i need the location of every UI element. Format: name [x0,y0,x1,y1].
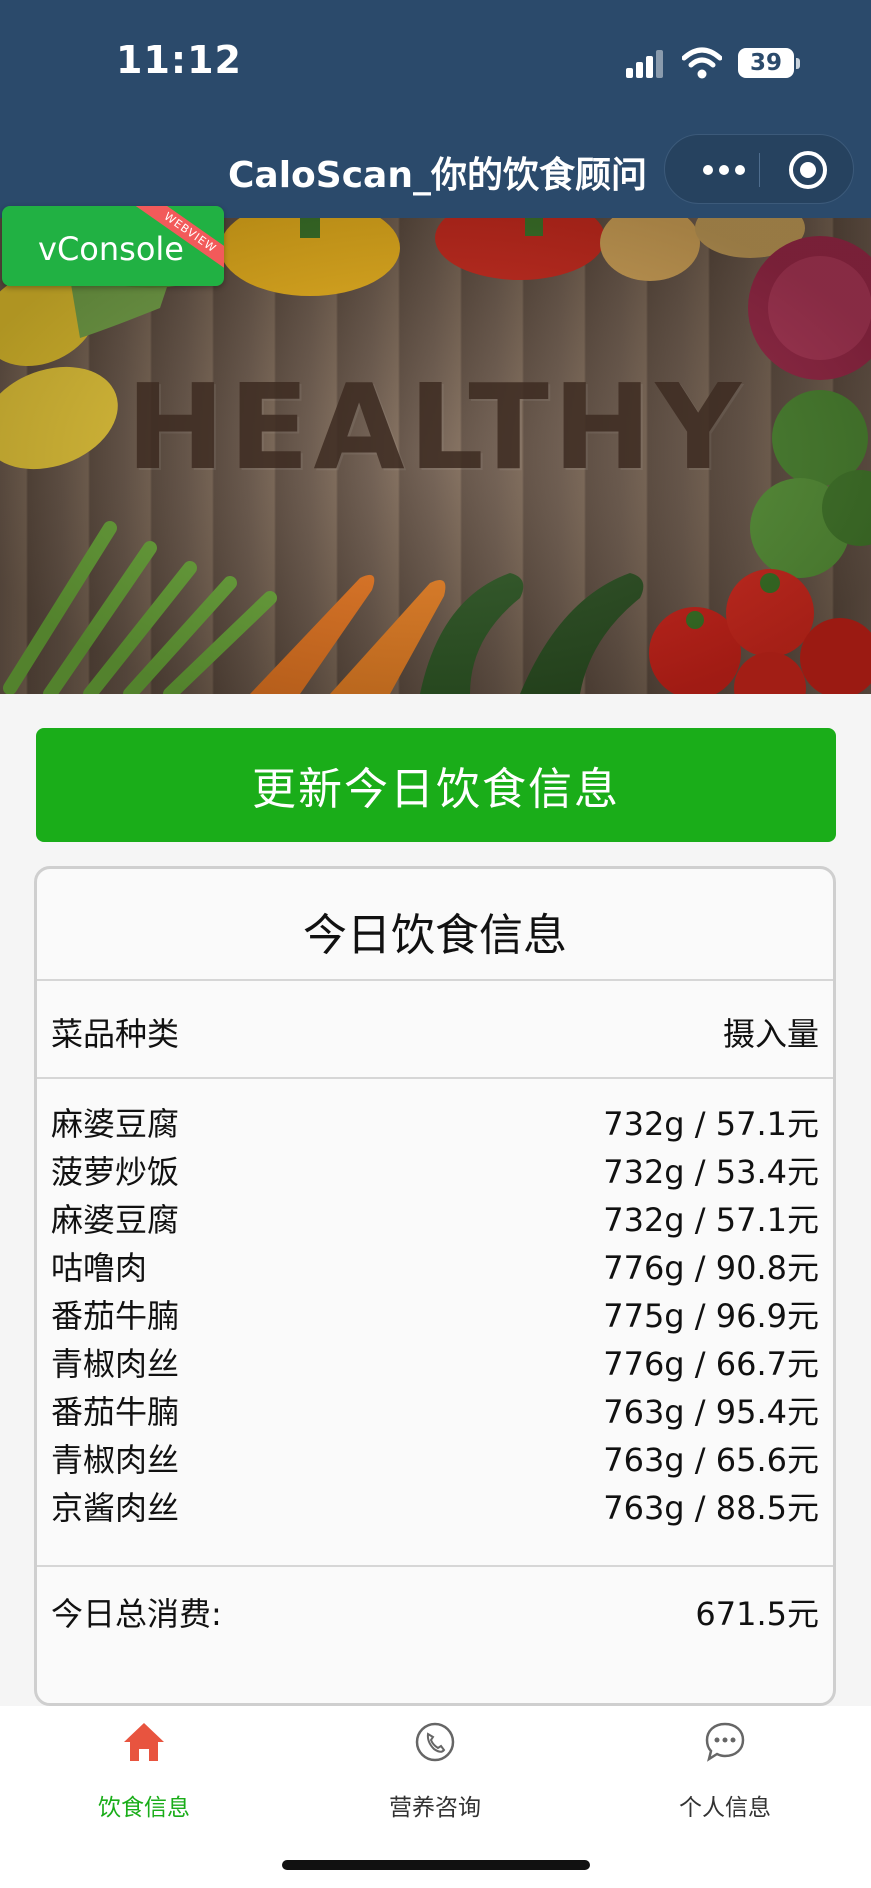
food-amount: 776g / 90.8元 [603,1249,819,1287]
food-name: 咕噜肉 [51,1249,148,1287]
tab-diet-info[interactable]: 饮食信息 [44,1720,244,1830]
chat-icon [705,1722,745,1762]
status-time: 11:12 [116,38,242,82]
vconsole-label: vConsole [38,230,184,268]
food-name: 京酱肉丝 [51,1489,180,1527]
top-bar: 11:12 39 CaloScan_你的饮食顾问 [0,0,871,218]
total-divider [37,1565,833,1567]
food-amount: 776g / 66.7元 [603,1345,819,1383]
food-row: 番茄牛腩 775g / 96.9元 [37,1291,833,1339]
update-diet-button[interactable]: 更新今日饮食信息 [36,728,836,842]
home-indicator[interactable] [282,1860,590,1870]
food-name: 番茄牛腩 [51,1393,180,1431]
food-name: 青椒肉丝 [51,1441,180,1479]
banner-healthy-text: HEALTHY [125,358,746,496]
tab-personal-info[interactable]: 个人信息 [625,1720,825,1830]
food-amount: 732g / 57.1元 [603,1105,819,1143]
hero-banner: HEALTHY [0,218,871,694]
food-name: 麻婆豆腐 [51,1201,180,1239]
column-header-dish: 菜品种类 [51,1015,180,1053]
food-row: 青椒肉丝 763g / 65.6元 [37,1435,833,1483]
food-row: 京酱肉丝 763g / 88.5元 [37,1483,833,1531]
tab-label: 营养咨询 [389,1795,481,1821]
food-row: 咕噜肉 776g / 90.8元 [37,1243,833,1291]
battery-cap [796,58,800,69]
total-label: 今日总消费: [51,1595,222,1633]
food-row: 菠萝炒饭 732g / 53.4元 [37,1147,833,1195]
food-amount: 763g / 88.5元 [603,1489,819,1527]
food-amount: 775g / 96.9元 [603,1297,819,1335]
title-divider [37,979,833,981]
close-miniprogram-icon[interactable] [789,151,827,189]
home-icon [124,1723,164,1761]
miniprogram-capsule [664,134,854,204]
food-row: 番茄牛腩 763g / 95.4元 [37,1387,833,1435]
column-header-amount: 摄入量 [722,1015,819,1053]
food-name: 麻婆豆腐 [51,1105,180,1143]
tab-bar: 饮食信息 营养咨询 个人信息 [0,1706,871,1888]
page-title: CaloScan_你的饮食顾问 [228,155,647,196]
food-row: 麻婆豆腐 732g / 57.1元 [37,1195,833,1243]
battery-icon: 39 [738,48,794,78]
capsule-divider [759,153,760,187]
wifi-icon [682,47,722,79]
total-value: 671.5元 [695,1595,819,1633]
tab-nutrition-consult[interactable]: 营养咨询 [335,1720,535,1830]
food-amount: 763g / 95.4元 [603,1393,819,1431]
food-amount: 763g / 65.6元 [603,1441,819,1479]
food-row: 青椒肉丝 776g / 66.7元 [37,1339,833,1387]
food-amount: 732g / 57.1元 [603,1201,819,1239]
vconsole-button[interactable]: vConsole WEBVIEW [2,206,224,286]
food-name: 番茄牛腩 [51,1297,180,1335]
food-row: 麻婆豆腐 732g / 57.1元 [37,1099,833,1147]
more-icon[interactable] [703,165,745,175]
battery-level: 39 [749,50,782,76]
food-amount: 732g / 53.4元 [603,1153,819,1191]
food-name: 青椒肉丝 [51,1345,180,1383]
tab-label: 饮食信息 [98,1795,190,1821]
card-title: 今日饮食信息 [303,910,567,961]
cellular-signal-icon [626,50,666,78]
header-divider [37,1077,833,1079]
diet-info-card: 今日饮食信息 菜品种类 摄入量 麻婆豆腐 732g / 57.1元 菠萝炒饭 7… [34,866,836,1706]
phone-icon [415,1722,455,1762]
tab-label: 个人信息 [679,1795,771,1821]
food-name: 菠萝炒饭 [51,1153,180,1191]
